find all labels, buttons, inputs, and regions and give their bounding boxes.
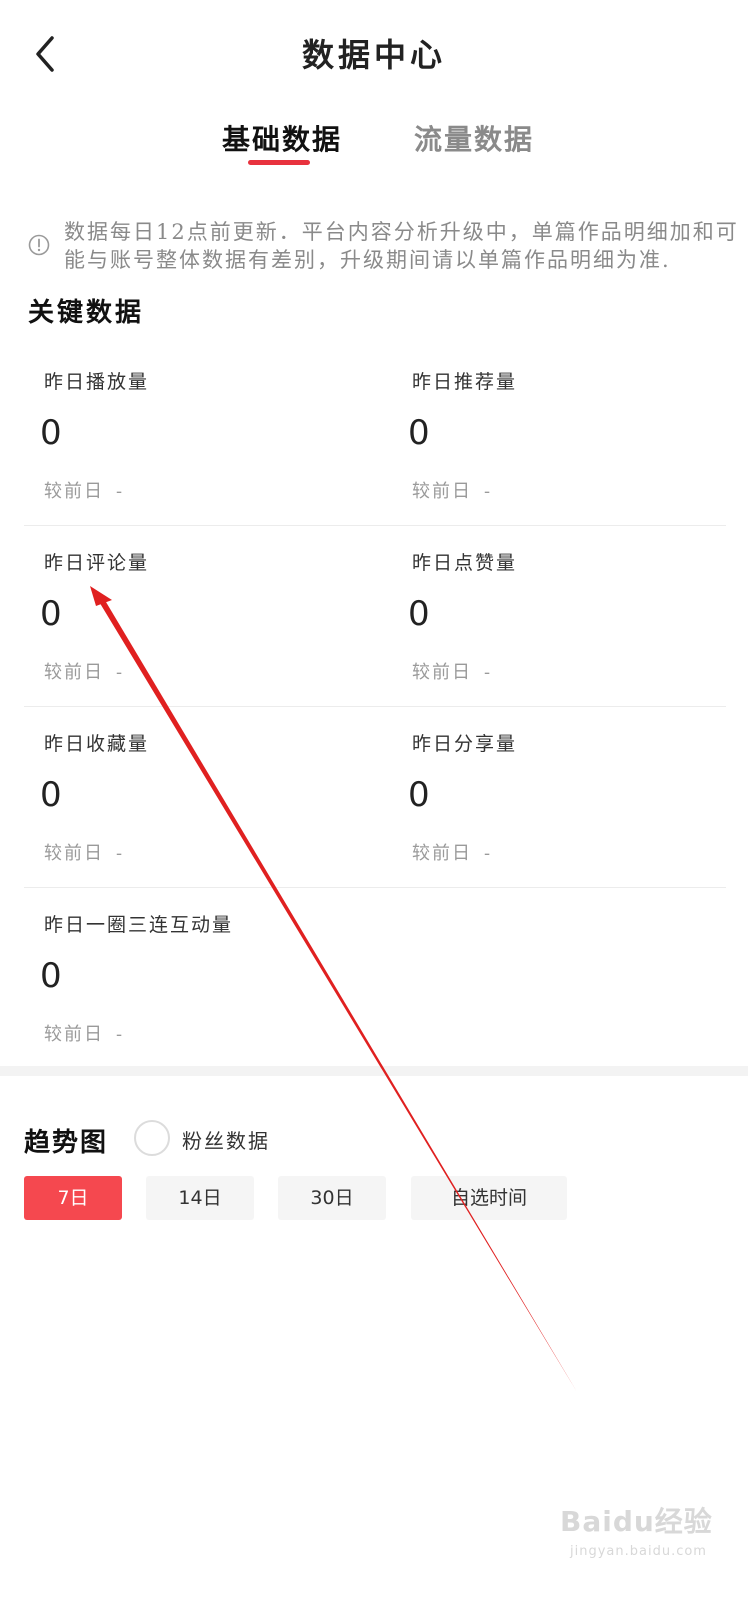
tab-traffic-data[interactable]: 流量数据 <box>414 118 534 158</box>
metric-label: 昨日播放量 <box>44 371 150 393</box>
metric-value: 0 <box>40 594 62 634</box>
metric-label: 昨日推荐量 <box>412 371 518 393</box>
metric-compare: 较前日 - <box>412 477 492 503</box>
metric-card-comments[interactable]: 昨日评论量 0 较前日 - <box>40 526 384 706</box>
key-metrics-grid: 昨日播放量 0 较前日 - 昨日推荐量 0 较前日 - 昨日评论量 0 较前日 - 昨… <box>24 345 726 1068</box>
metric-value: 0 <box>408 775 430 815</box>
period-custom-button[interactable]: 自选时间 <box>411 1176 567 1220</box>
metric-compare: 较前日 - <box>412 839 492 865</box>
metric-label: 昨日分享量 <box>412 733 518 755</box>
key-data-title: 关键数据 <box>28 298 145 328</box>
compare-value: - <box>484 662 493 683</box>
watermark-logo: Baidu经验 jingyan.baidu.com <box>560 1490 720 1580</box>
compare-value: - <box>116 843 125 864</box>
notice-text: 数据每日12点前更新．平台内容分析升级中，单篇作品明细加和可能与账号整体数据有差… <box>64 220 739 272</box>
compare-value: - <box>116 662 125 683</box>
compare-value: - <box>484 843 493 864</box>
metric-row: 昨日播放量 0 较前日 - 昨日推荐量 0 较前日 - <box>24 345 726 526</box>
metric-label: 昨日点赞量 <box>412 552 518 574</box>
tab-basic-data[interactable]: 基础数据 <box>222 118 342 158</box>
compare-label: 较前日 <box>412 662 472 683</box>
metric-value: 0 <box>40 775 62 815</box>
metric-label: 昨日评论量 <box>44 552 150 574</box>
trend-title: 趋势图 <box>24 1128 109 1158</box>
info-icon <box>28 234 50 256</box>
metric-value: 0 <box>40 956 62 996</box>
tab-active-indicator <box>248 160 310 165</box>
fans-data-label[interactable]: 粉丝数据 <box>182 1125 270 1154</box>
metric-label: 昨日收藏量 <box>44 733 150 755</box>
compare-label: 较前日 <box>412 843 472 864</box>
header: 数据中心 <box>0 0 748 110</box>
metric-row: 昨日评论量 0 较前日 - 昨日点赞量 0 较前日 - <box>24 526 726 707</box>
section-divider <box>0 1066 748 1076</box>
tab-bar: 基础数据 流量数据 <box>0 118 748 178</box>
watermark-text: Baidu经验 <box>560 1505 713 1538</box>
compare-label: 较前日 <box>412 481 472 502</box>
metric-label: 昨日一圈三连互动量 <box>44 914 234 936</box>
metric-compare: 较前日 - <box>44 839 124 865</box>
metric-card-likes[interactable]: 昨日点赞量 0 较前日 - <box>408 526 748 706</box>
period-30d-button[interactable]: 30日 <box>278 1176 386 1220</box>
metric-compare: 较前日 - <box>412 658 492 684</box>
metric-compare: 较前日 - <box>44 658 124 684</box>
metric-compare: 较前日 - <box>44 1020 124 1046</box>
metric-card-plays[interactable]: 昨日播放量 0 较前日 - <box>40 345 384 525</box>
compare-label: 较前日 <box>44 843 104 864</box>
compare-value: - <box>484 481 493 502</box>
metric-value: 0 <box>408 594 430 634</box>
watermark-url: jingyan.baidu.com <box>570 1544 707 1559</box>
period-14d-button[interactable]: 14日 <box>146 1176 254 1220</box>
metric-row: 昨日一圈三连互动量 0 较前日 - <box>24 888 726 1068</box>
compare-value: - <box>116 1024 125 1045</box>
compare-label: 较前日 <box>44 481 104 502</box>
compare-label: 较前日 <box>44 662 104 683</box>
metric-card-triple-interactions[interactable]: 昨日一圈三连互动量 0 较前日 - <box>40 888 384 1068</box>
period-7d-button[interactable]: 7日 <box>24 1176 122 1220</box>
compare-value: - <box>116 481 125 502</box>
metric-compare: 较前日 - <box>44 477 124 503</box>
page-title: 数据中心 <box>301 36 446 74</box>
metric-card-recommendations[interactable]: 昨日推荐量 0 较前日 - <box>408 345 748 525</box>
fans-data-radio[interactable] <box>134 1120 170 1156</box>
metric-card-shares[interactable]: 昨日分享量 0 较前日 - <box>408 707 748 887</box>
metric-row: 昨日收藏量 0 较前日 - 昨日分享量 0 较前日 - <box>24 707 726 888</box>
metric-value: 0 <box>40 413 62 453</box>
metric-value: 0 <box>408 413 430 453</box>
metric-card-favorites[interactable]: 昨日收藏量 0 较前日 - <box>40 707 384 887</box>
compare-label: 较前日 <box>44 1024 104 1045</box>
